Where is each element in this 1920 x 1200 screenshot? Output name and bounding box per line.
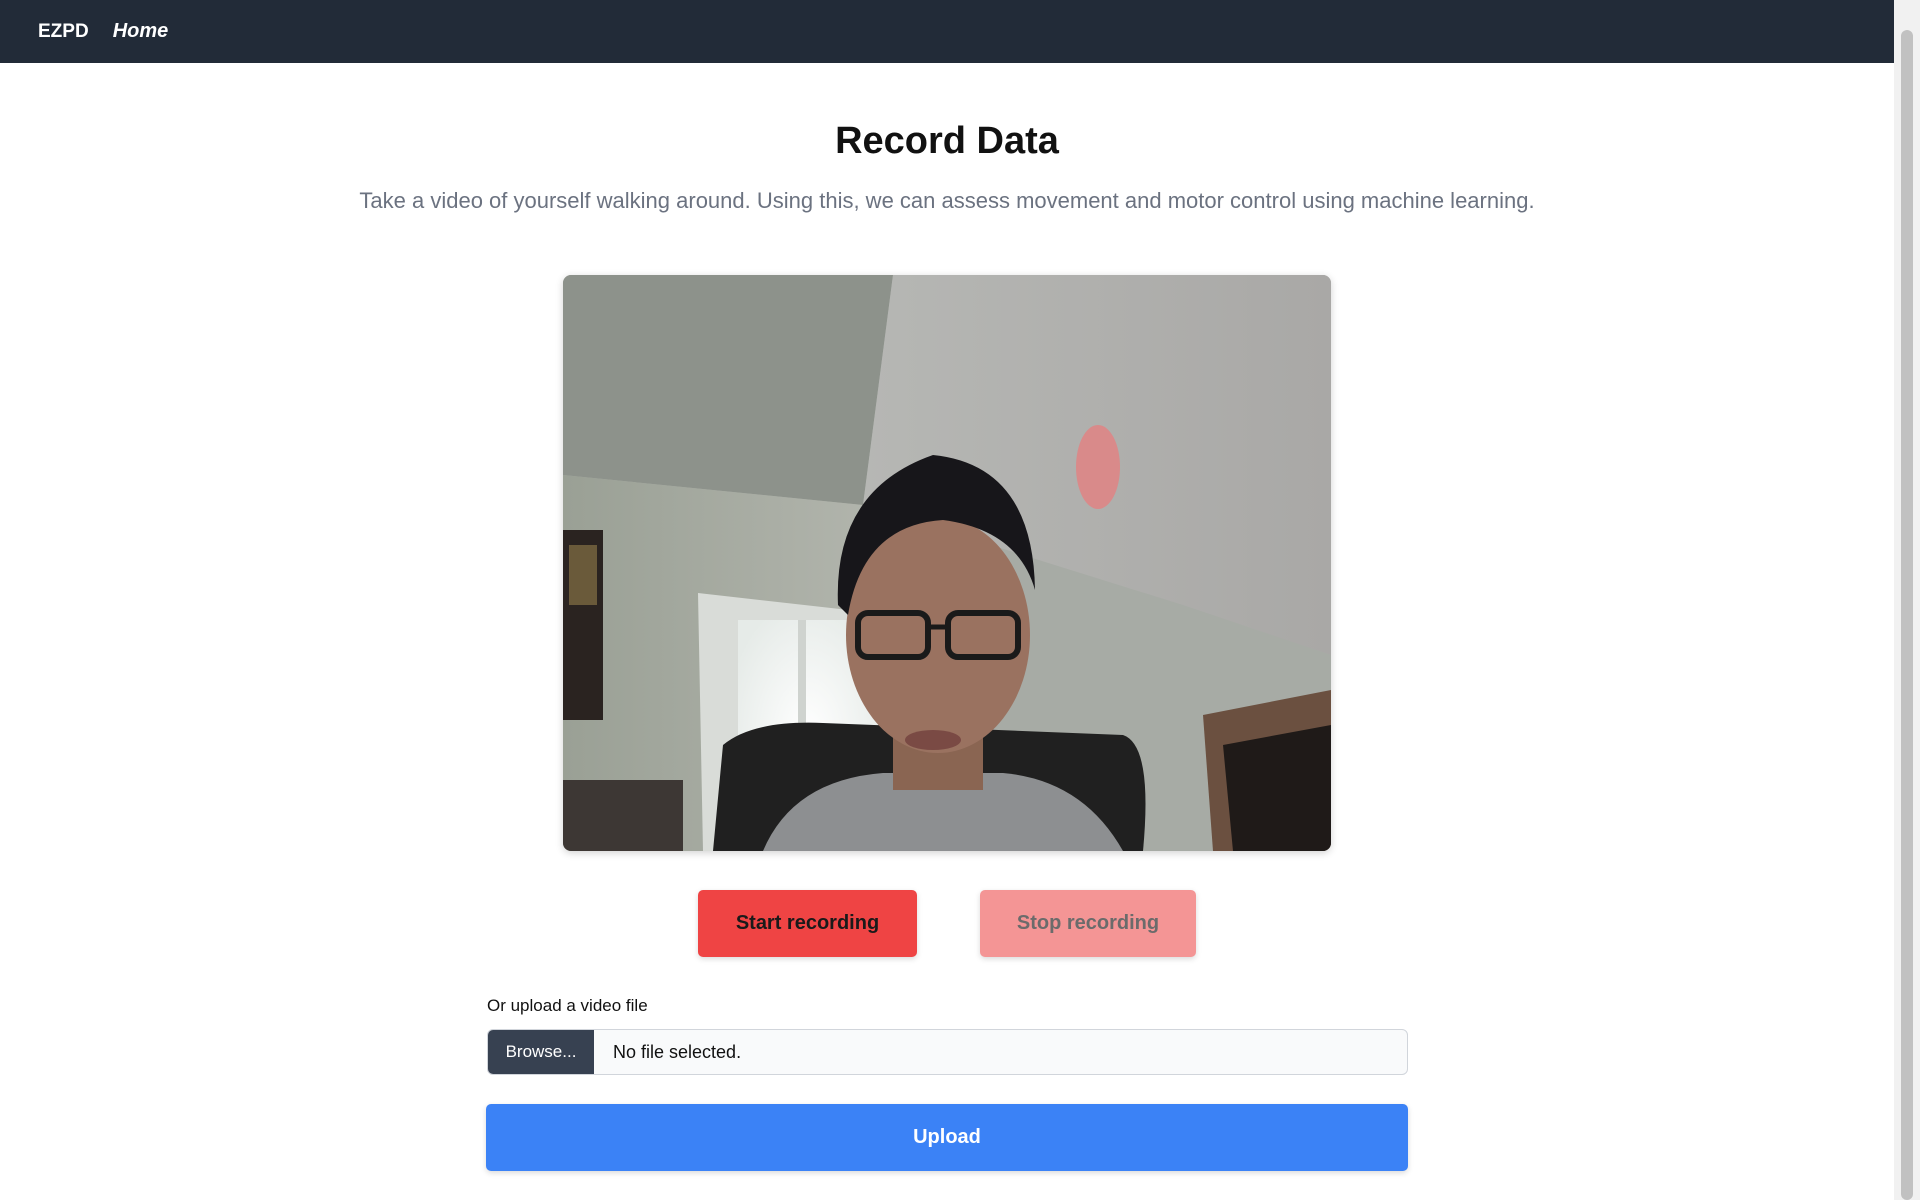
stop-recording-button[interactable]: Stop recording bbox=[980, 890, 1196, 957]
top-navbar: EZPD Home bbox=[0, 0, 1894, 63]
scrollbar-thumb[interactable] bbox=[1901, 30, 1913, 1200]
webcam-frame-image bbox=[563, 275, 1331, 851]
file-status-text: No file selected. bbox=[613, 1041, 742, 1062]
start-recording-button[interactable]: Start recording bbox=[698, 890, 917, 957]
page-title: Record Data bbox=[835, 120, 1059, 162]
page-subtitle: Take a video of yourself walking around.… bbox=[359, 188, 1535, 213]
video-file-input[interactable]: Browse... No file selected. bbox=[487, 1029, 1408, 1075]
webcam-preview bbox=[563, 275, 1331, 851]
page-scrollbar[interactable] bbox=[1894, 0, 1920, 1200]
upload-button[interactable]: Upload bbox=[486, 1104, 1408, 1171]
browse-button[interactable]: Browse... bbox=[488, 1030, 594, 1074]
brand-link[interactable]: EZPD bbox=[38, 21, 89, 43]
nav-home-link[interactable]: Home bbox=[113, 20, 169, 43]
upload-label: Or upload a video file bbox=[487, 996, 648, 1015]
